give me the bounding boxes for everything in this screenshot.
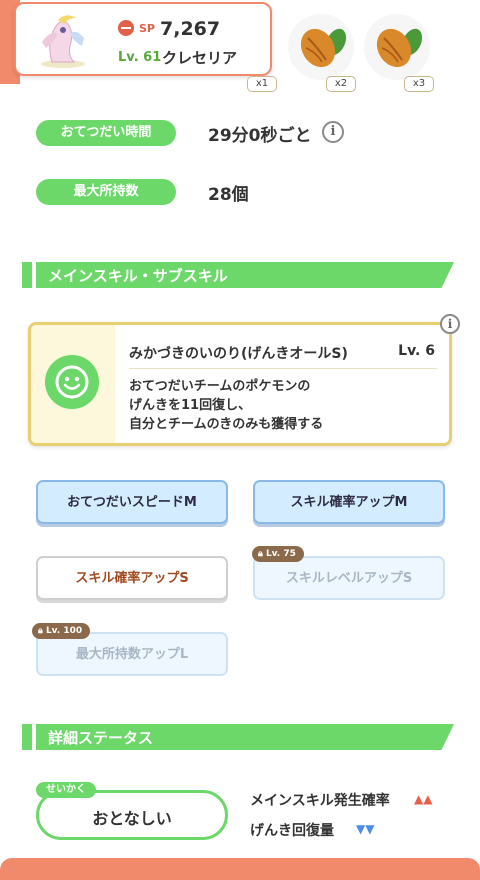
- details-section-header: 詳細ステータス: [22, 724, 454, 750]
- cacao-icon[interactable]: [286, 12, 356, 82]
- nature-up-effect: メインスキル発生確率: [250, 793, 390, 809]
- help-time-label: おてつだい時間: [36, 120, 176, 146]
- lock-level: Lv. 75: [265, 549, 296, 559]
- desc-line: 自分とチームのきのみも獲得する: [129, 417, 324, 432]
- ingredient-badge-1: x1: [247, 76, 277, 92]
- lock-level: Lv. 100: [45, 626, 83, 636]
- nature-value: おとなしい: [92, 809, 172, 828]
- sub-skill-button-locked[interactable]: スキルレベルアップS: [253, 556, 445, 600]
- smile-icon: [45, 355, 99, 409]
- skill-icon-panel: [31, 325, 115, 443]
- section-title: 詳細ステータス: [48, 729, 154, 747]
- main-skill-description: おてつだいチームのポケモンの げんきを11回復し、 自分とチームのきのみも獲得す…: [129, 377, 323, 434]
- pokemon-summary-card[interactable]: SP 7,267 Lv. 61 クレセリア: [14, 2, 272, 76]
- pokemon-portrait: [41, 15, 85, 68]
- down-arrows-icon: ▼▼: [356, 822, 375, 836]
- lock-level-badge: 🔒︎ Lv. 75: [252, 546, 304, 562]
- section-accent: [22, 724, 32, 750]
- bottom-panel-edge: [0, 858, 480, 880]
- sub-skill-button[interactable]: おてつだいスピードM: [36, 480, 228, 524]
- desc-line: げんきを11回復し、: [129, 398, 252, 413]
- desc-line: おてつだいチームのポケモンの: [129, 379, 311, 394]
- main-skill-level: Lv. 6: [398, 343, 435, 359]
- sub-skill-button[interactable]: スキル確率アップM: [253, 480, 445, 524]
- pokemon-level: Lv. 61: [118, 50, 162, 65]
- ingredient-badge-2: x2: [326, 76, 356, 92]
- info-icon[interactable]: i: [440, 314, 460, 334]
- section-accent: [22, 262, 32, 288]
- nature-down-effect: げんき回復量: [250, 823, 334, 839]
- main-skill-card[interactable]: みかづきのいのり(げんきオールS) Lv. 6 おてつだいチームのポケモンの げ…: [28, 322, 452, 446]
- lock-icon: 🔒︎: [258, 549, 263, 559]
- lock-icon: 🔒︎: [38, 626, 43, 636]
- section-title: メインスキル・サブスキル: [48, 267, 228, 285]
- pokemon-name: クレセリア: [162, 49, 238, 67]
- help-time-value: 29分0秒ごと: [208, 126, 312, 146]
- sp-label: SP: [139, 22, 155, 35]
- skills-section-header: メインスキル・サブスキル: [22, 262, 454, 288]
- cacao-icon[interactable]: [362, 12, 432, 82]
- divider: [129, 368, 437, 369]
- sp-icon: [118, 20, 134, 36]
- max-carry-value: 28個: [208, 185, 249, 205]
- sub-skill-button[interactable]: スキル確率アップS: [36, 556, 228, 600]
- main-skill-name: みかづきのいのり(げんきオールS): [129, 346, 348, 362]
- nature-tag: せいかく: [36, 782, 96, 798]
- sp-value: 7,267: [160, 18, 221, 40]
- max-carry-label: 最大所持数: [36, 179, 176, 205]
- up-arrows-icon: ▲▲: [414, 792, 433, 806]
- ingredient-badge-3: x3: [404, 76, 434, 92]
- info-icon[interactable]: i: [322, 121, 344, 143]
- lock-level-badge: 🔒︎ Lv. 100: [32, 623, 91, 639]
